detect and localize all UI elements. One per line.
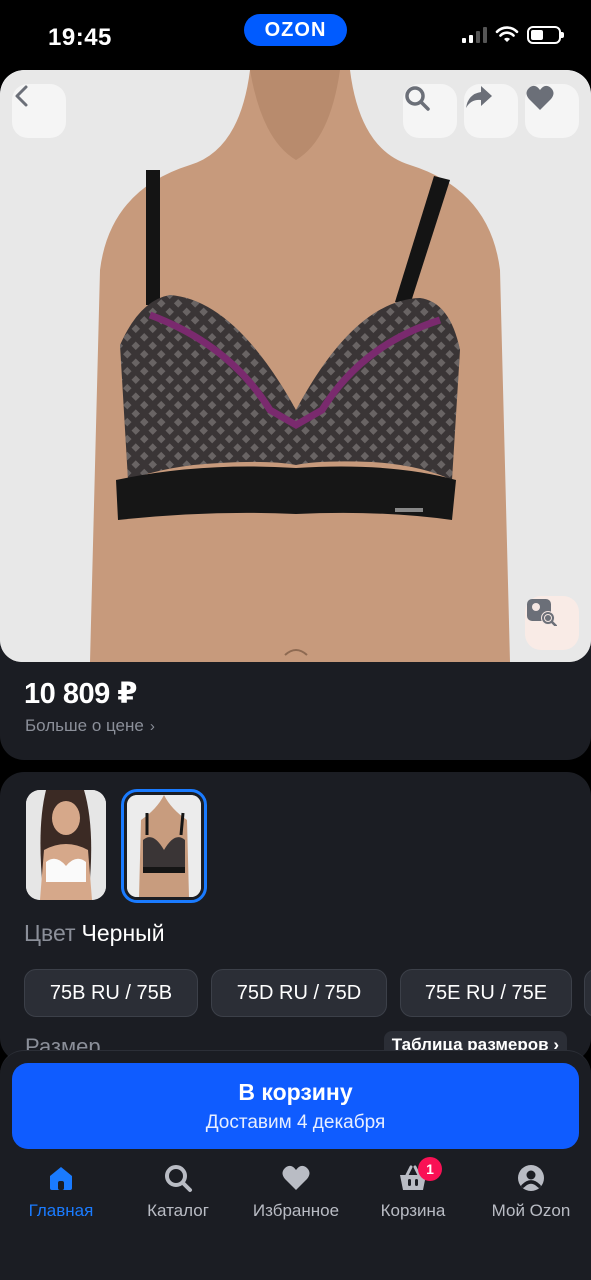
color-value: Черный [81, 920, 165, 946]
product-photo[interactable] [0, 70, 591, 662]
status-time: 19:45 [48, 24, 112, 51]
add-to-cart-label: В корзину [238, 1079, 353, 1105]
tab-label: Избранное [252, 1201, 340, 1220]
tab-label: Корзина [380, 1201, 446, 1220]
size-option[interactable]: 75D RU / 75D [211, 969, 387, 1017]
black-variant-image [127, 795, 201, 897]
product-price: 10 809 ₽ [24, 678, 137, 710]
share-button[interactable] [464, 84, 518, 138]
color-selection: Цвет Черный [24, 920, 165, 947]
variants-card: Цвет Черный 75B RU / 75B 75D RU / 75D 75E… [0, 772, 591, 1062]
status-bar: 19:45 OZON [0, 0, 591, 70]
ozon-logo: OZON [244, 14, 347, 46]
tab-catalog[interactable]: Каталог [134, 1163, 222, 1221]
size-option[interactable]: 75 [584, 969, 591, 1017]
color-variant-black[interactable] [121, 789, 207, 903]
delivery-date: Доставим 4 декабря [205, 1112, 386, 1133]
profile-icon [518, 1165, 544, 1191]
bottom-sheet: В корзину Доставим 4 декабря Главная Кат… [0, 1050, 591, 1280]
size-option[interactable]: 75B RU / 75B [24, 969, 198, 1017]
search-icon [165, 1165, 192, 1192]
image-search-icon [527, 599, 557, 626]
tab-favorites[interactable]: Избранное [245, 1163, 347, 1221]
tab-bar: Главная Каталог Избранное 1 Корзина Мой … [0, 1157, 591, 1233]
heart-icon [282, 1165, 310, 1190]
add-to-cart-button[interactable]: В корзину Доставим 4 декабря [12, 1063, 579, 1149]
search-icon [405, 86, 430, 111]
home-icon [50, 1167, 72, 1190]
tab-label: Главная [28, 1201, 94, 1220]
system-icons [462, 26, 564, 44]
tab-home[interactable]: Главная [18, 1163, 104, 1221]
white-variant-image [26, 790, 106, 900]
back-button[interactable] [12, 84, 66, 138]
product-card: 10 809 ₽ Больше о цене › [0, 70, 591, 760]
product-image [0, 70, 591, 662]
chevron-right-icon: › [149, 718, 155, 735]
price-details-link[interactable]: Больше о цене › [25, 716, 155, 736]
cart-count-badge: 1 [418, 1157, 442, 1181]
favorite-button[interactable] [525, 84, 579, 138]
price-details-label: Больше о цене [25, 716, 144, 735]
tab-cart[interactable]: 1 Корзина [372, 1157, 454, 1221]
tab-label: Каталог [147, 1201, 209, 1220]
heart-icon [526, 85, 554, 110]
basket-icon-wrap: 1 [398, 1157, 442, 1193]
color-label: Цвет [24, 920, 76, 946]
color-variant-white[interactable] [26, 790, 106, 900]
cellular-signal-icon [462, 27, 487, 43]
tab-label: Мой Ozon [491, 1201, 571, 1220]
tab-profile[interactable]: Мой Ozon [484, 1163, 578, 1221]
search-button[interactable] [403, 84, 457, 138]
chevron-left-icon [15, 85, 28, 107]
wifi-icon [495, 26, 519, 42]
visual-search-button[interactable] [525, 596, 579, 650]
size-option[interactable]: 75E RU / 75E [400, 969, 572, 1017]
battery-icon [527, 26, 564, 44]
share-arrow-icon [466, 86, 492, 108]
